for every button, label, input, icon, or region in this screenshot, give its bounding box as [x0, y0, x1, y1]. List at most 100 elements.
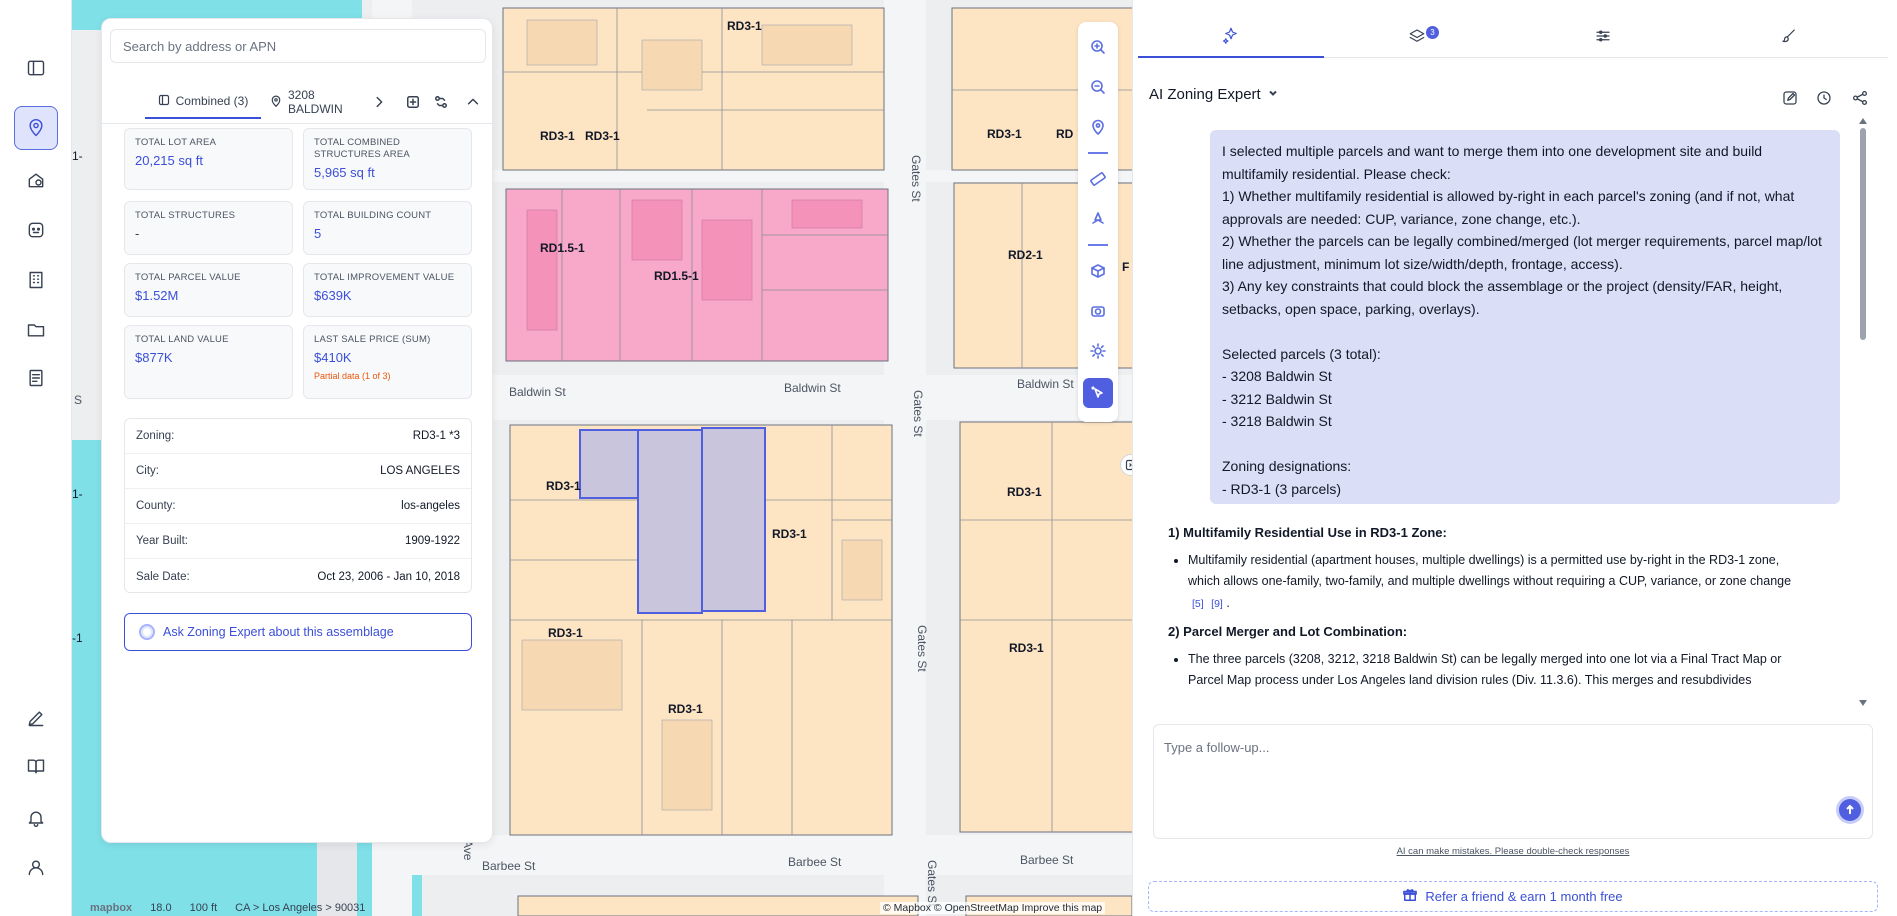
stat-total-parcel-value: TOTAL PARCEL VALUE $1.52M	[124, 263, 293, 317]
assemblage-icon[interactable]	[402, 91, 424, 113]
citation-link[interactable]: [5]	[1192, 598, 1204, 610]
svg-text:Ave: Ave	[461, 840, 475, 861]
swap-icon[interactable]	[430, 91, 452, 113]
ruler-icon[interactable]	[1083, 164, 1113, 194]
svg-text:Baldwin St: Baldwin St	[509, 385, 566, 399]
stat-total-lot-area: TOTAL LOT AREA 20,215 sq ft	[124, 128, 293, 190]
tab-combined[interactable]: Combined (3)	[145, 85, 261, 119]
folder-icon[interactable]	[14, 308, 58, 352]
message-line: I selected multiple parcels and want to …	[1222, 143, 1763, 182]
tab-ai-chat[interactable]	[1138, 18, 1324, 58]
ai-orb-icon	[139, 624, 155, 640]
stat-label: TOTAL LOT AREA	[135, 137, 217, 148]
ai-bullet-tail: .	[1226, 595, 1230, 610]
pencil-icon[interactable]	[14, 696, 58, 740]
location-icon[interactable]	[1083, 112, 1113, 142]
ai-face-icon[interactable]	[14, 208, 58, 252]
gift-icon	[1403, 888, 1418, 905]
svg-text:Gates St: Gates St	[909, 155, 923, 202]
ai-bullet: The three parcels (3208, 3212, 3218 Bald…	[1188, 649, 1808, 692]
bell-icon[interactable]	[14, 796, 58, 840]
expert-name: AI Zoning Expert	[1149, 86, 1261, 103]
detail-value: los-angeles	[401, 500, 460, 512]
select-cursor-icon[interactable]	[1083, 378, 1113, 408]
detail-key: County:	[136, 500, 176, 512]
book-icon[interactable]	[14, 744, 58, 788]
stat-total-land-value: TOTAL LAND VALUE $877K	[124, 325, 293, 399]
history-icon[interactable]	[1813, 87, 1835, 109]
left-rail	[0, 0, 72, 916]
tab-filters[interactable]	[1510, 18, 1696, 58]
chat-scrollbar[interactable]	[1858, 118, 1868, 708]
chevron-right-icon[interactable]	[368, 91, 390, 113]
zoom-out-icon[interactable]	[1083, 72, 1113, 102]
svg-text:RD1.5-1: RD1.5-1	[654, 269, 699, 283]
svg-text:RD: RD	[1056, 127, 1074, 141]
scroll-down-arrow[interactable]	[1859, 700, 1867, 706]
map-attribution[interactable]: © Mapbox © OpenStreetMap Improve this ma…	[880, 902, 1106, 914]
tab-layers[interactable]: 3	[1324, 18, 1510, 58]
sidebar-toggle-icon[interactable]	[14, 46, 58, 90]
stat-value: $410K	[314, 350, 352, 365]
stat-total-improvement-value: TOTAL IMPROVEMENT VALUE $639K	[303, 263, 472, 317]
svg-text:Gates St: Gates St	[915, 625, 929, 672]
scroll-thumb[interactable]	[1860, 128, 1866, 340]
mapbox-logo[interactable]: mapbox	[90, 902, 132, 914]
svg-text:Barbee St: Barbee St	[482, 859, 536, 873]
detail-key: City:	[136, 465, 159, 477]
svg-text:RD3-1: RD3-1	[668, 702, 703, 716]
message-list[interactable]: I selected multiple parcels and want to …	[1133, 122, 1878, 712]
ai-bullet: Multifamily residential (apartment house…	[1188, 550, 1808, 616]
new-chat-icon[interactable]	[1779, 87, 1801, 109]
ai-section-heading: 2) Parcel Merger and Lot Combination:	[1168, 624, 1408, 639]
ai-bullet-list: Multifamily residential (apartment house…	[1188, 550, 1808, 616]
send-icon[interactable]	[1839, 799, 1861, 821]
svg-text:RD3-1: RD3-1	[772, 527, 807, 541]
tab-parcel-label: 3208 BALDWIN	[288, 88, 343, 116]
stat-value: $877K	[135, 350, 173, 365]
stat-label: TOTAL STRUCTURES	[135, 210, 236, 221]
svg-text:Barbee St: Barbee St	[788, 855, 842, 869]
svg-text:Barbee St: Barbee St	[1020, 853, 1074, 867]
location-breadcrumb: CA > Los Angeles > 90031	[235, 902, 366, 914]
house-search-icon[interactable]	[14, 158, 58, 202]
message-line: - 3208 Baldwin St	[1222, 368, 1332, 384]
compass-icon[interactable]	[1083, 204, 1113, 234]
message-line: 2) Whether the parcels can be legally co…	[1222, 233, 1822, 272]
tab-draw[interactable]	[1696, 18, 1882, 58]
map-pin-nav-icon[interactable]	[14, 106, 58, 150]
follow-up-box	[1153, 724, 1873, 839]
svg-text:RD3-1: RD3-1	[727, 19, 762, 33]
user-icon[interactable]	[14, 845, 58, 889]
stat-value: -	[135, 226, 140, 241]
stat-total-structures-area: TOTAL COMBINED STRUCTURES AREA 5,965 sq …	[303, 128, 472, 190]
cube-icon[interactable]	[1083, 256, 1113, 286]
svg-text:RD3-1: RD3-1	[585, 129, 620, 143]
report-icon[interactable]	[14, 356, 58, 400]
ai-disclaimer[interactable]: AI can make mistakes. Please double-chec…	[1153, 846, 1873, 857]
scroll-up-arrow[interactable]	[1859, 118, 1867, 124]
zoom-in-icon[interactable]	[1083, 32, 1113, 62]
svg-text:RD3-1: RD3-1	[1007, 485, 1042, 499]
citation-link[interactable]: [9]	[1211, 598, 1223, 610]
toolbar-divider	[1088, 244, 1108, 246]
ai-bullet-list: The three parcels (3208, 3212, 3218 Bald…	[1188, 649, 1808, 692]
message-line: 1) Whether multifamily residential is al…	[1222, 188, 1795, 227]
refer-friend-button[interactable]: Refer a friend & earn 1 month free	[1148, 881, 1878, 912]
camera-icon[interactable]	[1083, 296, 1113, 326]
search-input[interactable]	[110, 29, 486, 63]
building-icon[interactable]	[14, 258, 58, 302]
expert-selector[interactable]: AI Zoning Expert	[1149, 86, 1279, 103]
chat-tabs: 3	[1138, 18, 1888, 58]
ask-zoning-expert-button[interactable]: Ask Zoning Expert about this assemblage	[124, 613, 472, 651]
stat-value: 5,965 sq ft	[314, 165, 375, 180]
follow-up-input[interactable]	[1164, 735, 1804, 759]
chevron-up-icon[interactable]	[462, 91, 484, 113]
map-footer: mapbox 18.0 100 ft CA > Los Angeles > 90…	[90, 900, 365, 916]
stat-last-sale-price: LAST SALE PRICE (SUM) $410K Partial data…	[303, 325, 472, 399]
tab-parcel-3208[interactable]: 3208 BALDWIN	[270, 85, 365, 119]
share-icon[interactable]	[1849, 87, 1871, 109]
sun-icon[interactable]	[1083, 336, 1113, 366]
message-line	[1222, 433, 1828, 456]
message-line: Selected parcels (3 total):	[1222, 345, 1381, 362]
